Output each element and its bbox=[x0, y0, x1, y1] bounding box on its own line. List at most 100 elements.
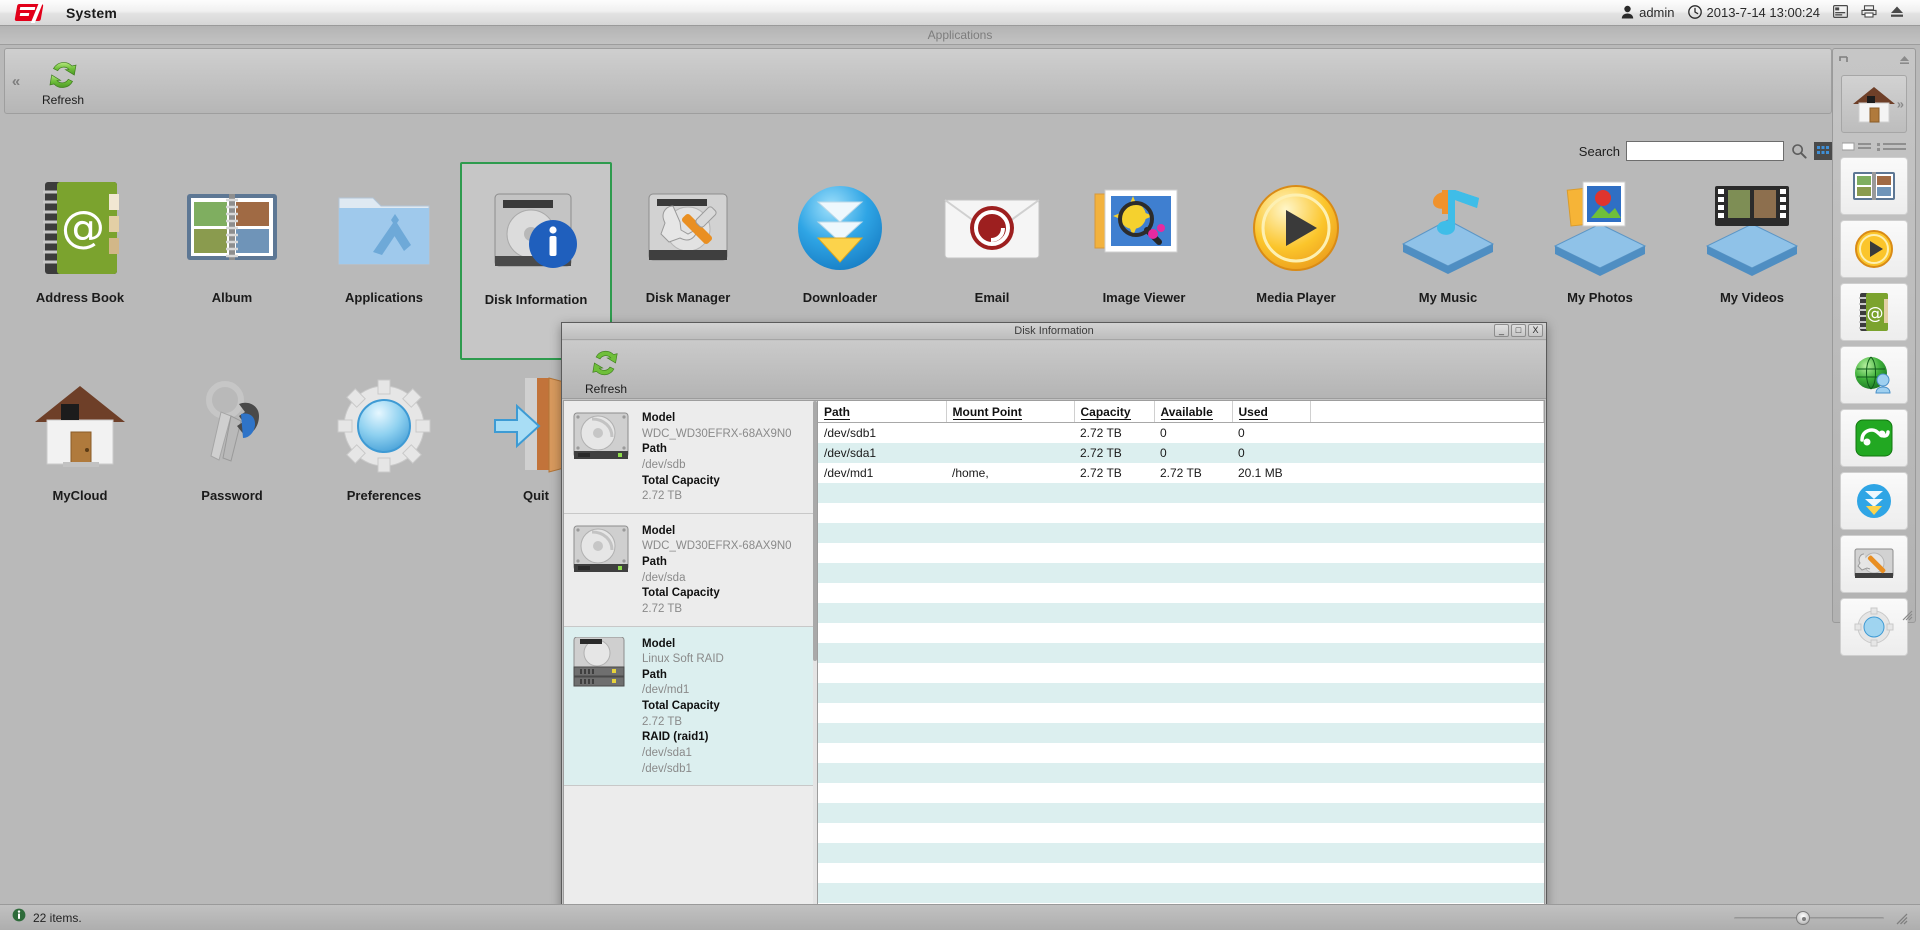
cell-empty bbox=[1154, 503, 1232, 523]
table-row[interactable]: /dev/sdb1 2.72 TB 0 0 bbox=[818, 423, 1544, 444]
dock-home-button[interactable]: » bbox=[1841, 75, 1907, 133]
cell-empty bbox=[1232, 783, 1310, 803]
dialog-titlebar[interactable]: Disk Information _ □ X bbox=[562, 323, 1546, 340]
disk-list-panel[interactable]: Model WDC_WD30EFRX-68AX9N0 Path /dev/sdb… bbox=[563, 400, 818, 930]
table-row-empty[interactable] bbox=[818, 803, 1544, 823]
cell-empty bbox=[1154, 663, 1232, 683]
table-row[interactable]: /dev/sda1 2.72 TB 0 0 bbox=[818, 443, 1544, 463]
cell-empty bbox=[1074, 563, 1154, 583]
cell-empty bbox=[1310, 483, 1544, 503]
cell-empty bbox=[1310, 763, 1544, 783]
desktop-icon-my-videos[interactable]: My Videos bbox=[1676, 162, 1828, 360]
column-header-extra[interactable] bbox=[1310, 401, 1544, 423]
table-row-empty[interactable] bbox=[818, 783, 1544, 803]
my-videos-icon bbox=[1697, 172, 1807, 284]
table-row-empty[interactable] bbox=[818, 723, 1544, 743]
table-row-empty[interactable] bbox=[818, 503, 1544, 523]
dock-item-mycloud-network[interactable] bbox=[1840, 346, 1908, 404]
table-row-empty[interactable] bbox=[818, 623, 1544, 643]
disk-field-key: Total Capacity bbox=[642, 474, 720, 487]
cell-empty bbox=[1154, 583, 1232, 603]
table-row-empty[interactable] bbox=[818, 883, 1544, 903]
zoom-slider[interactable] bbox=[1734, 910, 1884, 925]
table-row-empty[interactable] bbox=[818, 763, 1544, 783]
dock-resize-grip[interactable] bbox=[1901, 608, 1913, 621]
window-resize-grip[interactable] bbox=[1894, 911, 1908, 925]
table-row-empty[interactable] bbox=[818, 663, 1544, 683]
table-row-empty[interactable] bbox=[818, 743, 1544, 763]
disk-field-key: RAID (raid1) bbox=[642, 731, 709, 744]
dialog-minimize-button[interactable]: _ bbox=[1494, 324, 1509, 337]
table-row-empty[interactable] bbox=[818, 543, 1544, 563]
system-logo[interactable] bbox=[14, 1, 48, 23]
dock-back-icon[interactable] bbox=[1838, 54, 1850, 69]
disk-list-scroll-thumb[interactable] bbox=[813, 401, 817, 661]
eject-icon[interactable] bbox=[1890, 5, 1904, 20]
cell-capacity: 2.72 TB bbox=[1080, 426, 1122, 440]
user-menu[interactable]: admin bbox=[1621, 5, 1675, 21]
search-input[interactable] bbox=[1626, 141, 1784, 161]
cell-empty bbox=[1074, 603, 1154, 623]
table-row-empty[interactable] bbox=[818, 563, 1544, 583]
search-bar: Search bbox=[1579, 140, 1832, 162]
printer-icon[interactable] bbox=[1861, 5, 1877, 20]
dock-eject-icon[interactable] bbox=[1899, 54, 1910, 68]
cell-empty bbox=[1310, 863, 1544, 883]
disk-fields: Model Linux Soft RAID Path /dev/md1 Tota… bbox=[642, 637, 724, 778]
dock-item-downloader[interactable] bbox=[1840, 472, 1908, 530]
cell-empty bbox=[818, 523, 946, 543]
cell-empty bbox=[946, 803, 1074, 823]
desktop-icon-preferences[interactable]: Preferences bbox=[308, 360, 460, 558]
desktop-icon-mycloud[interactable]: MyCloud bbox=[4, 360, 156, 558]
dialog-maximize-button[interactable]: □ bbox=[1511, 324, 1526, 337]
disk-list-scrollbar[interactable] bbox=[813, 401, 817, 930]
desktop-icon-label: MyCloud bbox=[52, 488, 108, 503]
zoom-slider-knob[interactable] bbox=[1796, 910, 1810, 925]
dock-expand-button[interactable]: » bbox=[1897, 97, 1904, 112]
dock-item-address-book[interactable]: @ bbox=[1840, 283, 1908, 341]
disk-card-selected[interactable]: Model Linux Soft RAID Path /dev/md1 Tota… bbox=[564, 626, 817, 787]
desktop-icon-album[interactable]: Album bbox=[156, 162, 308, 360]
clock-area[interactable]: 2013-7-14 13:00:24 bbox=[1687, 4, 1820, 21]
column-header-path[interactable]: Path bbox=[818, 401, 947, 423]
grid-view-toggle[interactable] bbox=[1814, 142, 1832, 160]
column-header-used[interactable]: Used bbox=[1232, 401, 1311, 423]
cell-empty bbox=[818, 483, 946, 503]
dock-item-album[interactable] bbox=[1840, 157, 1908, 215]
cell-empty bbox=[946, 523, 1074, 543]
desktop-icon-applications[interactable]: Applications bbox=[308, 162, 460, 360]
dock-item-sync[interactable] bbox=[1840, 409, 1908, 467]
dock-item-preferences[interactable] bbox=[1840, 598, 1908, 656]
dialog-refresh-button[interactable]: Refresh bbox=[570, 344, 642, 396]
desktop-icon-password[interactable]: Password bbox=[156, 360, 308, 558]
table-row-empty[interactable] bbox=[818, 583, 1544, 603]
display-icon[interactable] bbox=[1833, 5, 1849, 20]
refresh-button[interactable]: Refresh bbox=[27, 55, 99, 107]
dock-item-media-player[interactable] bbox=[1840, 220, 1908, 278]
dock-view-toggles[interactable] bbox=[1833, 139, 1915, 155]
table-row-empty[interactable] bbox=[818, 703, 1544, 723]
dialog-close-button[interactable]: X bbox=[1528, 324, 1543, 337]
column-header-capacity[interactable]: Capacity bbox=[1074, 401, 1155, 423]
column-header-mount-point[interactable]: Mount Point bbox=[946, 401, 1075, 423]
table-row-empty[interactable] bbox=[818, 823, 1544, 843]
partition-table-panel[interactable]: Path Mount Point Capacity Available Used… bbox=[818, 400, 1545, 930]
disk-card[interactable]: Model WDC_WD30EFRX-68AX9N0 Path /dev/sdb… bbox=[564, 401, 817, 514]
table-row-empty[interactable] bbox=[818, 683, 1544, 703]
table-row[interactable]: /dev/md1 /home, 2.72 TB 2.72 TB 20.1 MB bbox=[818, 463, 1544, 483]
right-dock-panel: » @ bbox=[1832, 48, 1916, 656]
table-row-empty[interactable] bbox=[818, 843, 1544, 863]
dock-item-disk-manager[interactable] bbox=[1840, 535, 1908, 593]
collapse-toolbar-button[interactable]: « bbox=[5, 73, 27, 90]
table-row-empty[interactable] bbox=[818, 483, 1544, 503]
table-row-empty[interactable] bbox=[818, 863, 1544, 883]
table-row-empty[interactable] bbox=[818, 603, 1544, 623]
column-header-available[interactable]: Available bbox=[1154, 401, 1233, 423]
table-row-empty[interactable] bbox=[818, 643, 1544, 663]
cell-empty bbox=[1074, 543, 1154, 563]
desktop-icon-address-book[interactable]: @ Address Book bbox=[4, 162, 156, 360]
disk-card[interactable]: Model WDC_WD30EFRX-68AX9N0 Path /dev/sda… bbox=[564, 514, 817, 627]
table-row-empty[interactable] bbox=[818, 523, 1544, 543]
search-icon[interactable] bbox=[1790, 142, 1808, 160]
cell-empty bbox=[1074, 843, 1154, 863]
